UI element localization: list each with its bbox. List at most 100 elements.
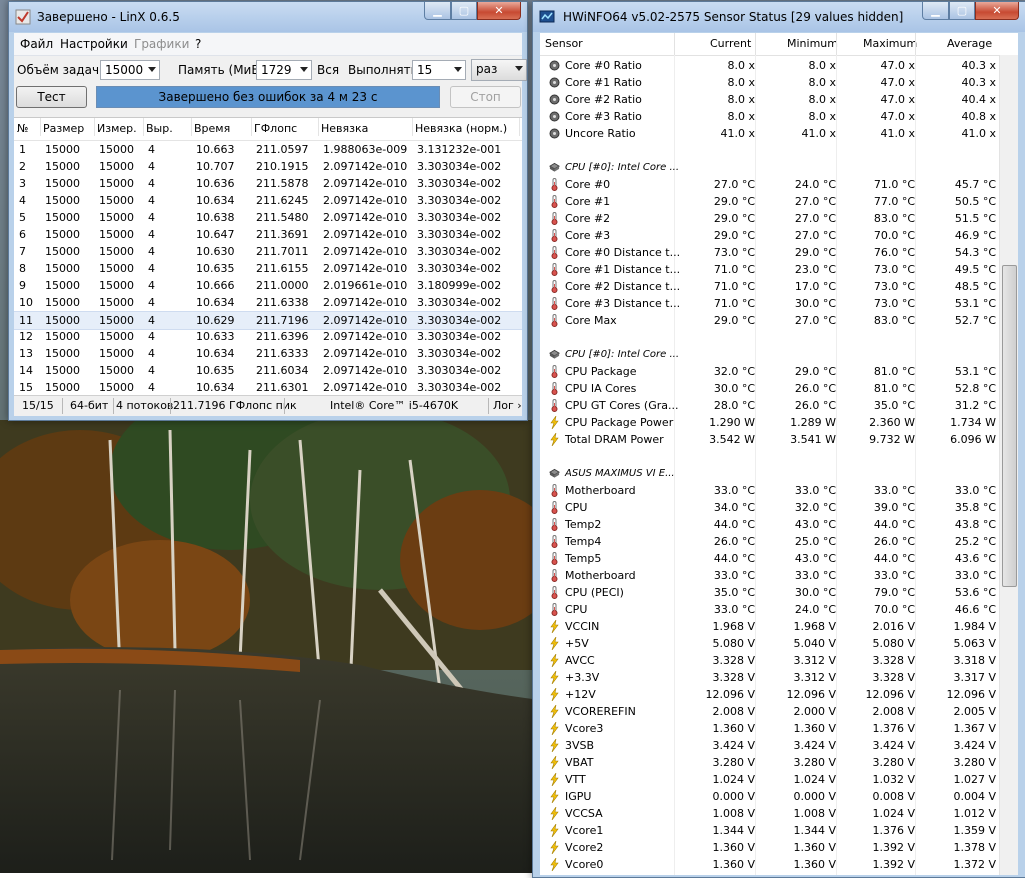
sensor-row[interactable]: Motherboard 33.0 °C 33.0 °C 33.0 °C 33.0 °C <box>540 567 999 584</box>
sensor-row[interactable]: Total DRAM Power 3.542 W 3.541 W 9.732 W 6.0… <box>540 431 999 448</box>
col-average[interactable]: Average <box>947 33 992 55</box>
memory-select[interactable]: 1729 <box>256 60 312 80</box>
sensor-row[interactable]: +12V 12.096 V 12.096 V 12.096 V 12.096 V <box>540 686 999 703</box>
sensor-row[interactable]: CPU Package Power 1.290 W 1.289 W 2.360 W 1.… <box>540 414 999 431</box>
table-row[interactable]: 2 15000 15000 4 10.707 210.1915 2.097142e-010 3… <box>14 158 522 175</box>
sensor-row[interactable]: Core #1 Ratio 8.0 x 8.0 x 47.0 x 40.3 x <box>540 74 999 91</box>
close-button[interactable]: ✕ <box>975 2 1019 20</box>
sensor-value-cur: 41.0 x <box>720 127 756 140</box>
sensor-row[interactable]: +5V 5.080 V 5.040 V 5.080 V 5.063 V <box>540 635 999 652</box>
table-cell: 211.3691 <box>256 228 309 241</box>
table-row[interactable]: 8 15000 15000 4 10.635 211.6155 2.097142e-010 3… <box>14 260 522 277</box>
sensor-group-header[interactable]: CPU [#0]: Intel Core ... <box>540 159 999 176</box>
sensor-row[interactable]: Temp5 44.0 °C 43.0 °C 44.0 °C 43.6 °C <box>540 550 999 567</box>
sensor-row[interactable]: Core Max 29.0 °C 27.0 °C 83.0 °C 52.7 °C <box>540 312 999 329</box>
sensor-group-header[interactable]: ASUS MAXIMUS VI E... <box>540 465 999 482</box>
sensor-row[interactable]: CPU 33.0 °C 24.0 °C 70.0 °C 46.6 °C <box>540 601 999 618</box>
sensor-row[interactable]: VCCIN 1.968 V 1.968 V 2.016 V 1.984 V <box>540 618 999 635</box>
sensor-row[interactable]: AVCC 3.328 V 3.312 V 3.328 V 3.318 V <box>540 652 999 669</box>
test-button[interactable]: Тест <box>16 86 87 108</box>
sensor-row[interactable]: Motherboard 33.0 °C 33.0 °C 33.0 °C 33.0 °C <box>540 482 999 499</box>
all-memory-label[interactable]: Вся <box>317 63 339 77</box>
sensor-group-header[interactable]: CPU [#0]: Intel Core ... <box>540 346 999 363</box>
sensor-row[interactable]: Vcore1 1.344 V 1.344 V 1.376 V 1.359 V <box>540 822 999 839</box>
col-header[interactable]: Время <box>194 118 252 136</box>
sensor-row[interactable]: Core #2 Ratio 8.0 x 8.0 x 47.0 x 40.4 x <box>540 91 999 108</box>
sensor-row[interactable]: Core #0 Ratio 8.0 x 8.0 x 47.0 x 40.3 x <box>540 57 999 74</box>
col-header[interactable]: Измер. <box>97 118 144 136</box>
table-row[interactable]: 6 15000 15000 4 10.647 211.3691 2.097142e-010 3… <box>14 226 522 243</box>
col-minimum[interactable]: Minimum <box>787 33 838 55</box>
table-row[interactable]: 1 15000 15000 4 10.663 211.0597 1.988063e-009 3… <box>14 141 522 158</box>
table-row[interactable]: 4 15000 15000 4 10.634 211.6245 2.097142e-010 3… <box>14 192 522 209</box>
sensor-row[interactable]: CPU GT Cores (Gra... 28.0 °C 26.0 °C 35.0 °… <box>540 397 999 414</box>
table-row[interactable]: 15 15000 15000 4 10.634 211.6301 2.097142e-010… <box>14 379 522 396</box>
linx-titlebar[interactable]: Завершено - LinX 0.6.5 ▁ ▢ ✕ <box>9 2 527 32</box>
sensor-row[interactable]: Vcore0 1.360 V 1.360 V 1.392 V 1.372 V <box>540 856 999 873</box>
sensor-row[interactable]: Uncore Ratio 41.0 x 41.0 x 41.0 x 41.0 x <box>540 125 999 142</box>
minimize-button[interactable]: ▁ <box>424 2 451 20</box>
sensor-row[interactable]: CPU Package 32.0 °C 29.0 °C 81.0 °C 53.1 °C <box>540 363 999 380</box>
sensor-row[interactable]: VCCSA 1.008 V 1.008 V 1.024 V 1.012 V <box>540 805 999 822</box>
sensor-value-max: 79.0 °C <box>873 586 915 599</box>
sensor-row[interactable]: IGPU 0.000 V 0.000 V 0.008 V 0.004 V <box>540 788 999 805</box>
col-maximum[interactable]: Maximum <box>863 33 917 55</box>
maximize-button[interactable]: ▢ <box>949 2 975 20</box>
run-unit-select[interactable]: раз <box>471 59 527 81</box>
sensor-row[interactable]: CPU 34.0 °C 32.0 °C 39.0 °C 35.8 °C <box>540 499 999 516</box>
sensor-row[interactable]: Core #2 29.0 °C 27.0 °C 83.0 °C 51.5 °C <box>540 210 999 227</box>
run-count-select[interactable]: 15 <box>412 60 466 80</box>
sensor-row[interactable]: Core #1 Distance t... 71.0 °C 23.0 °C 73.0 … <box>540 261 999 278</box>
col-current[interactable]: Current <box>710 33 751 55</box>
table-row[interactable]: 10 15000 15000 4 10.634 211.6338 2.097142e-010… <box>14 294 522 311</box>
table-row[interactable]: 12 15000 15000 4 10.633 211.6396 2.097142e-010… <box>14 328 522 345</box>
table-row[interactable]: 13 15000 15000 4 10.634 211.6333 2.097142e-010… <box>14 345 522 362</box>
table-row[interactable]: 9 15000 15000 4 10.666 211.0000 2.019661e-010 3… <box>14 277 522 294</box>
maximize-button[interactable]: ▢ <box>451 2 477 20</box>
minimize-button[interactable]: ▁ <box>922 2 949 20</box>
task-size-select[interactable]: 15000 <box>100 60 160 80</box>
sensor-row[interactable]: Core #3 Distance t... 71.0 °C 30.0 °C 73.0 … <box>540 295 999 312</box>
sensor-row[interactable]: Core #2 Distance t... 71.0 °C 17.0 °C 73.0 … <box>540 278 999 295</box>
sensor-scrollbar-thumb[interactable] <box>1002 265 1017 587</box>
sensor-row[interactable]: Temp4 26.0 °C 25.0 °C 26.0 °C 25.2 °C <box>540 533 999 550</box>
table-row[interactable]: 5 15000 15000 4 10.638 211.5480 2.097142e-010 3… <box>14 209 522 226</box>
menu-file[interactable]: Файл <box>20 37 53 51</box>
table-cell: 211.6155 <box>256 262 309 275</box>
sensor-row[interactable]: CPU IA Cores 30.0 °C 26.0 °C 81.0 °C 52.8 °C <box>540 380 999 397</box>
sensor-row[interactable]: Core #3 Ratio 8.0 x 8.0 x 47.0 x 40.8 x <box>540 108 999 125</box>
sensor-row[interactable]: Core #0 Distance t... 73.0 °C 29.0 °C 76.0 … <box>540 244 999 261</box>
results-scrollbar[interactable] <box>516 140 522 396</box>
sensor-row[interactable]: Temp2 44.0 °C 43.0 °C 44.0 °C 43.8 °C <box>540 516 999 533</box>
hwinfo-titlebar[interactable]: HWiNFO64 v5.02-2575 Sensor Status [29 va… <box>533 2 1025 32</box>
col-header[interactable]: № <box>17 118 41 136</box>
sensor-row[interactable]: VBAT 3.280 V 3.280 V 3.280 V 3.280 V <box>540 754 999 771</box>
menu-help[interactable]: ? <box>195 37 201 51</box>
sensor-row[interactable]: VCOREREFIN 2.008 V 2.000 V 2.008 V 2.005 V <box>540 703 999 720</box>
col-header[interactable]: Размер <box>43 118 95 136</box>
col-header[interactable]: ГФлопс <box>254 118 319 136</box>
table-row[interactable]: 14 15000 15000 4 10.635 211.6034 2.097142e-010… <box>14 362 522 379</box>
menu-graphs[interactable]: Графики <box>134 37 189 51</box>
col-header[interactable]: Выр. <box>146 118 192 136</box>
sensor-row[interactable]: Core #0 27.0 °C 24.0 °C 71.0 °C 45.7 °C <box>540 176 999 193</box>
sensor-row[interactable]: +3.3V 3.328 V 3.312 V 3.328 V 3.317 V <box>540 669 999 686</box>
col-sensor[interactable]: Sensor <box>545 33 583 55</box>
sensor-row[interactable]: VTT 1.024 V 1.024 V 1.032 V 1.027 V <box>540 771 999 788</box>
col-header[interactable]: Невязка <box>321 118 413 136</box>
sensor-scrollbar[interactable] <box>999 55 1018 875</box>
sensor-row[interactable]: Core #1 29.0 °C 27.0 °C 77.0 °C 50.5 °C <box>540 193 999 210</box>
sensor-row[interactable]: Vcore2 1.360 V 1.360 V 1.392 V 1.378 V <box>540 839 999 856</box>
sensor-row[interactable]: 3VSB 3.424 V 3.424 V 3.424 V 3.424 V <box>540 737 999 754</box>
sensor-row[interactable]: Vcore3 1.360 V 1.360 V 1.376 V 1.367 V <box>540 720 999 737</box>
sensor-row[interactable]: Core #3 29.0 °C 27.0 °C 70.0 °C 46.9 °C <box>540 227 999 244</box>
table-row[interactable]: 7 15000 15000 4 10.630 211.7011 2.097142e-010 3… <box>14 243 522 260</box>
voltage-bolt-icon <box>550 654 559 667</box>
menu-settings[interactable]: Настройки <box>60 37 128 51</box>
sensor-row[interactable]: CPU (PECI) 35.0 °C 30.0 °C 79.0 °C 53.6 °C <box>540 584 999 601</box>
log-button[interactable]: Лог › <box>493 399 522 412</box>
table-row[interactable]: 3 15000 15000 4 10.636 211.5878 2.097142e-010 3… <box>14 175 522 192</box>
stop-button[interactable]: Стоп <box>450 86 521 108</box>
close-button[interactable]: ✕ <box>477 2 521 20</box>
col-header[interactable]: Невязка (норм.) <box>415 118 520 136</box>
